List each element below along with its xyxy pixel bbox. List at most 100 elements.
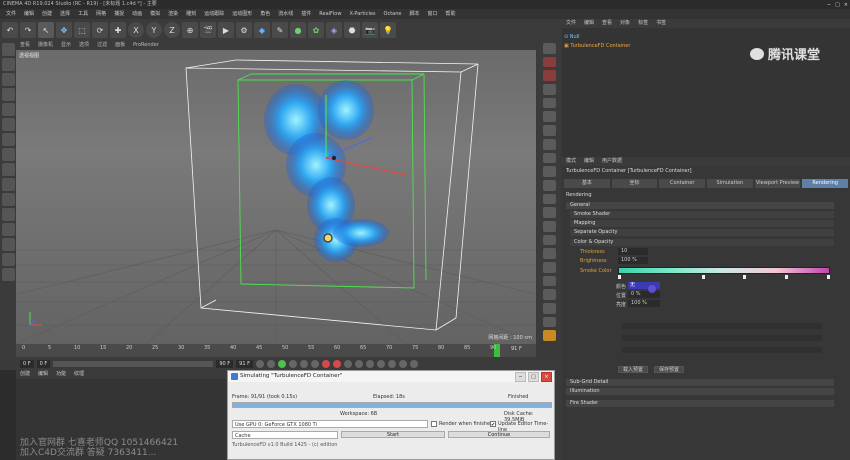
save-preset-button[interactable]: 保存预置 [654,366,684,373]
object-row-null[interactable]: ⊙ Null [564,33,579,41]
object-row-container[interactable]: ▣ TurbulenceFD Container [564,42,630,50]
workplane-icon[interactable] [1,88,15,101]
menu-item[interactable]: 工具 [74,9,92,19]
render-view-icon[interactable]: 🎬 [200,22,216,38]
dissolve-icon[interactable] [542,303,556,314]
rotation-key-icon[interactable] [365,359,374,368]
coordinate-system-icon[interactable]: ⊕ [182,22,198,38]
end-frame-field[interactable]: 91 F [236,359,253,368]
viewport-menu-item[interactable]: ProRender [129,41,163,50]
load-preset-button[interactable]: 载入预置 [618,366,648,373]
tab-simulation[interactable]: Simulation [707,179,753,188]
section-illumination[interactable]: Illumination [566,388,834,395]
scene-icon[interactable]: ⬣ [344,22,360,38]
gradient-knot[interactable] [743,275,747,279]
brush-icon[interactable] [542,152,556,164]
points-mode-icon[interactable] [1,103,15,116]
brightness-field[interactable]: 100 % [618,257,648,264]
weld-icon[interactable] [542,220,556,232]
light-icon[interactable]: 💡 [380,22,396,38]
object-menu-item[interactable]: 编辑 [580,19,598,28]
start-button[interactable]: Start [341,431,445,438]
slide-icon[interactable] [542,316,556,328]
polygons-mode-icon[interactable] [1,133,15,146]
gpu-select[interactable]: Use GPU 0: GeForce GTX 1080 Ti [232,420,428,428]
y-axis-icon[interactable]: Y [146,22,162,38]
dialog-close-button[interactable]: × [541,372,552,382]
polygon-pen-icon[interactable] [542,289,556,301]
snap-icon[interactable] [1,178,15,191]
render-when-finished-checkbox[interactable] [431,421,437,427]
tab-基本[interactable]: 基本 [564,179,610,188]
attribute-menu-item[interactable]: 编辑 [580,157,598,166]
record-icon[interactable] [321,359,330,368]
z-axis-icon[interactable]: Z [164,22,180,38]
preview-max-field[interactable]: 90 F [216,359,234,368]
menu-item[interactable]: 编辑 [20,9,38,19]
edges-mode-icon[interactable] [1,118,15,131]
menu-item[interactable]: 捕捉 [110,9,128,19]
popup-brightness-field[interactable]: 100 % [628,300,660,307]
lock-icon[interactable] [1,208,15,221]
timeline-icon[interactable] [409,359,418,368]
section-fire-shader[interactable]: Fire Shader [566,400,834,407]
timeline-ruler[interactable]: 91 F 0 5 10 15 20 25 30 35 40 45 50 55 60 65 70 75 80 85 9… [16,344,536,357]
cube-icon[interactable]: ◆ [254,22,270,38]
stitch-icon[interactable] [542,234,556,246]
section-separate-opacity[interactable]: Separate Opacity [570,229,834,236]
spline-pen-icon[interactable]: ✎ [272,22,288,38]
material-menu-item[interactable]: 编辑 [34,370,52,379]
cache-select[interactable]: Cache [232,431,338,439]
rotate-view-icon[interactable] [542,70,556,82]
menu-item[interactable]: X-Particles [345,9,379,19]
grid-icon[interactable] [1,253,15,266]
object-menu-item[interactable]: 查看 [598,19,616,28]
menu-item[interactable]: 脚本 [405,9,423,19]
param-key-icon[interactable] [387,359,396,368]
rotate-icon[interactable]: ⟳ [92,22,108,38]
section-general[interactable]: General [566,202,834,209]
menu-item[interactable]: Octane [380,9,406,19]
gradient-knot[interactable] [827,275,830,279]
object-menu-item[interactable]: 对象 [616,19,634,28]
prev-key-icon[interactable] [266,359,275,368]
menu-item[interactable]: 插件 [297,9,315,19]
section-sub-grid-detail[interactable]: Sub-Grid Detail [566,379,834,386]
menu-item[interactable]: 模拟 [146,9,164,19]
dialog-maximize-button[interactable]: □ [528,372,539,382]
viewport-menu-item[interactable]: 显示 [57,41,75,50]
bake-icon[interactable] [542,138,556,150]
point-level-icon[interactable] [398,359,407,368]
menu-item[interactable]: 文件 [2,9,20,19]
render-to-picture-viewer-icon[interactable]: ▶ [218,22,234,38]
viewport[interactable]: 透视视图 网格间距 : 100 cm [16,50,536,344]
menu-item[interactable]: 流水线 [274,9,297,19]
thickness-field[interactable]: 10 [618,248,648,255]
move-icon[interactable]: ✥ [56,22,72,38]
play-icon[interactable] [277,359,286,368]
live-select-icon[interactable]: ↖ [38,22,54,38]
tweak-icon[interactable] [1,163,15,176]
menu-item[interactable]: 运动图形 [228,9,256,19]
popup-position-field[interactable]: 0 % [628,291,660,298]
object-menu-item[interactable]: 文件 [562,19,580,28]
layout-icon[interactable] [542,84,556,95]
viewport-menu-item[interactable]: 过滤 [93,41,111,50]
redo-icon[interactable]: ↷ [20,22,36,38]
recent-tools-icon[interactable]: ✚ [110,22,126,38]
scale-key-icon[interactable] [376,359,385,368]
magnet-icon[interactable] [542,248,556,259]
continue-button[interactable]: Continue [448,431,550,438]
attribute-menu-item[interactable]: 用户数据 [598,157,626,166]
texture-mode-icon[interactable] [1,73,15,86]
material-menu-item[interactable]: 功能 [52,370,70,379]
gradient-knot[interactable] [785,275,789,279]
gradient-knots[interactable] [618,275,830,279]
material-menu-item[interactable]: 纹理 [70,370,88,379]
gradient-knot[interactable] [618,275,621,279]
menu-item[interactable]: 渲染 [164,9,182,19]
model-mode-icon[interactable] [1,58,15,71]
start-frame-field[interactable]: 0 F [20,359,34,368]
tab-rendering[interactable]: Rendering [802,179,849,188]
preview-range-slider[interactable] [53,360,214,367]
